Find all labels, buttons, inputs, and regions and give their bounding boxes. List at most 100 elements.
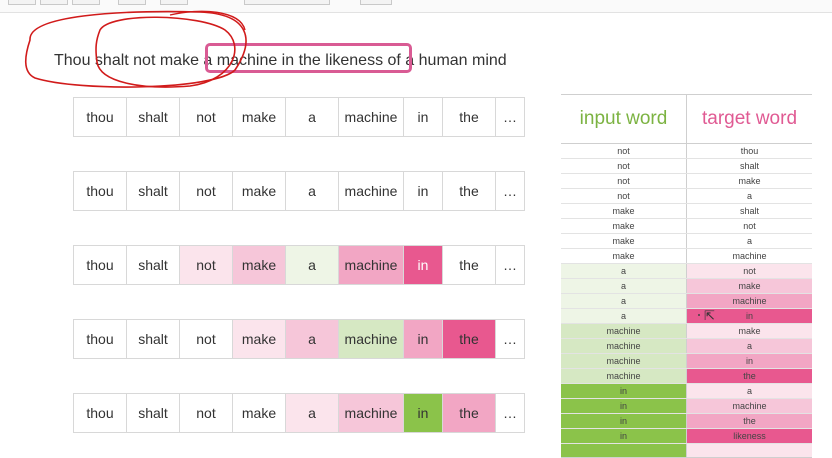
input-word-cell: not [561,189,687,203]
table-row: a in [561,309,812,324]
target-word-cell: the [687,414,812,428]
table-row: a not [561,264,812,279]
target-word-cell: shalt [687,204,812,218]
target-word-cell: shalt [687,159,812,173]
target-word-cell: the [687,369,812,383]
input-word-cell: machine [561,369,687,383]
input-word-cell: a [561,279,687,293]
target-word-cell: make [687,174,812,188]
word-cell: a [285,245,339,285]
table-row: a make [561,279,812,294]
word-cell: machine [338,393,404,433]
word-cell: machine [338,171,404,211]
table-row: make not [561,219,812,234]
table-row: make machine [561,249,812,264]
target-word-cell: machine [687,399,812,413]
word-cell: not [179,319,233,359]
sequence-row: thou shalt not make a machine in the… [73,171,525,211]
word-cell: not [179,97,233,137]
table-row: make a [561,234,812,249]
input-word-cell: in [561,399,687,413]
toolbar-button[interactable] [40,0,68,5]
table-row: a machine [561,294,812,309]
sequence-row: thou shalt not make a machine in the… [73,393,525,433]
word-cell: thou [73,97,127,137]
input-word-cell: in [561,414,687,428]
toolbar-button[interactable] [160,0,188,5]
table-header: input word target word [561,95,812,144]
input-word-cell: a [561,294,687,308]
input-word-cell: make [561,204,687,218]
word-cell: thou [73,319,127,359]
table-row: machine a [561,339,812,354]
target-word-cell: a [687,384,812,398]
word-cell: in [403,319,443,359]
toolbar-button[interactable] [8,0,36,5]
word-cell: make [232,393,286,433]
word-cell: shalt [126,393,180,433]
input-word-cell: make [561,219,687,233]
target-word-cell: machine [687,249,812,263]
table-row: machine in [561,354,812,369]
table-row: machine make [561,324,812,339]
word-cell: make [232,171,286,211]
target-word-cell: a [687,189,812,203]
word-cell: in [403,171,443,211]
sequence-row: thou shalt not make a machine in the… [73,319,525,359]
toolbar-button[interactable] [72,0,100,5]
word-cell: a [285,171,339,211]
target-word-cell: a [687,234,812,248]
input-word-cell: machine [561,324,687,338]
target-word-cell: in [687,354,812,368]
word-cell: … [495,97,525,137]
word-cell: in [403,97,443,137]
word-cell: make [232,319,286,359]
input-word-cell: machine [561,354,687,368]
word-cell: shalt [126,245,180,285]
table-row: in a [561,384,812,399]
word-cell: machine [338,319,404,359]
word-cell: the [442,319,496,359]
toolbar-button[interactable] [118,0,146,5]
word-cell: thou [73,171,127,211]
word-cell: thou [73,393,127,433]
ink-stroke [169,10,246,31]
table-row: in machine [561,399,812,414]
input-word-cell: in [561,429,687,443]
word-cell: … [495,245,525,285]
word-cell: the [442,245,496,285]
word-cell: … [495,319,525,359]
target-word-cell: make [687,324,812,338]
target-word-cell: a [687,339,812,353]
toolbar-button[interactable] [360,0,392,5]
word-cell: not [179,393,233,433]
sequence-row: thou shalt not make a machine in the… [73,97,525,137]
top-toolbar [0,0,832,13]
word-cell: shalt [126,319,180,359]
target-word-cell: likeness [687,429,812,443]
toolbar-button[interactable] [244,0,330,5]
word-cell: machine [338,245,404,285]
sequence-row: thou shalt not make a machine in the… [73,245,525,285]
table-row: not thou [561,144,812,159]
target-word-cell: machine [687,294,812,308]
word-cell: in [403,245,443,285]
word-cell: a [285,97,339,137]
input-word-cell: in [561,384,687,398]
input-word-cell: not [561,159,687,173]
word-cell: shalt [126,171,180,211]
word-cell: machine [338,97,404,137]
word-cell: … [495,171,525,211]
training-samples-table: input word target word not thou not shalt no… [561,94,812,458]
table-row: make shalt [561,204,812,219]
word-cell: the [442,171,496,211]
table-row: in likeness [561,429,812,444]
input-word-header: input word [561,95,687,143]
word-cell: thou [73,245,127,285]
target-word-cell: not [687,219,812,233]
input-word-cell: not [561,144,687,158]
input-word-cell: not [561,174,687,188]
word-cell: shalt [126,97,180,137]
word-cell: a [285,393,339,433]
input-word-cell: a [561,264,687,278]
